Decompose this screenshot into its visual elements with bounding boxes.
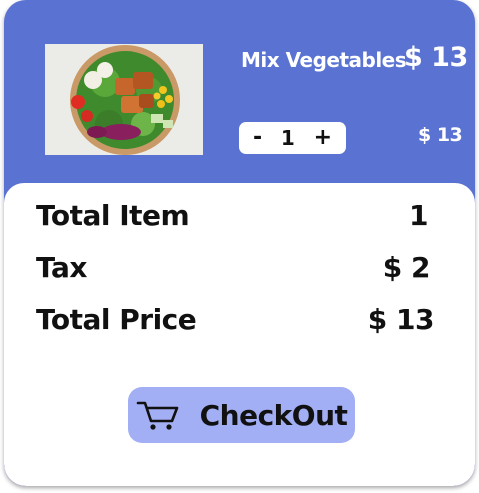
item-unit-price: $ 13 — [404, 42, 468, 73]
tax-label: Tax — [36, 251, 87, 284]
total-item-value: 1 — [409, 199, 428, 232]
cart-item-row: Mix Vegetables $ 13 - 1 + $ 13 — [4, 0, 475, 200]
salad-bowl-photo-icon — [45, 44, 203, 155]
tax-value: $ 2 — [382, 251, 431, 284]
total-item-label: Total Item — [36, 199, 190, 232]
cart-card: Mix Vegetables $ 13 - 1 + $ 13 Total Ite… — [4, 0, 475, 486]
item-thumbnail — [45, 44, 203, 155]
total-price-value: $ 13 — [367, 303, 435, 336]
checkout-label: CheckOut — [199, 398, 348, 432]
quantity-stepper: - 1 + — [239, 122, 346, 154]
quantity-value: 1 — [280, 126, 295, 150]
total-price-row: Total Price $ 13 — [36, 303, 435, 336]
tax-row: Tax $ 2 — [36, 251, 434, 284]
decrement-button[interactable]: - — [253, 127, 262, 149]
item-name: Mix Vegetables — [241, 48, 407, 72]
total-price-label: Total Price — [36, 303, 197, 336]
item-line-total: $ 13 — [418, 124, 463, 146]
total-item-row: Total Item 1 — [36, 199, 434, 232]
cart-icon — [136, 401, 178, 430]
order-summary: Total Item 1 Tax $ 2 Total Price $ 13 Ch… — [4, 183, 475, 486]
increment-button[interactable]: + — [314, 127, 332, 149]
checkout-button[interactable]: CheckOut — [128, 387, 355, 443]
